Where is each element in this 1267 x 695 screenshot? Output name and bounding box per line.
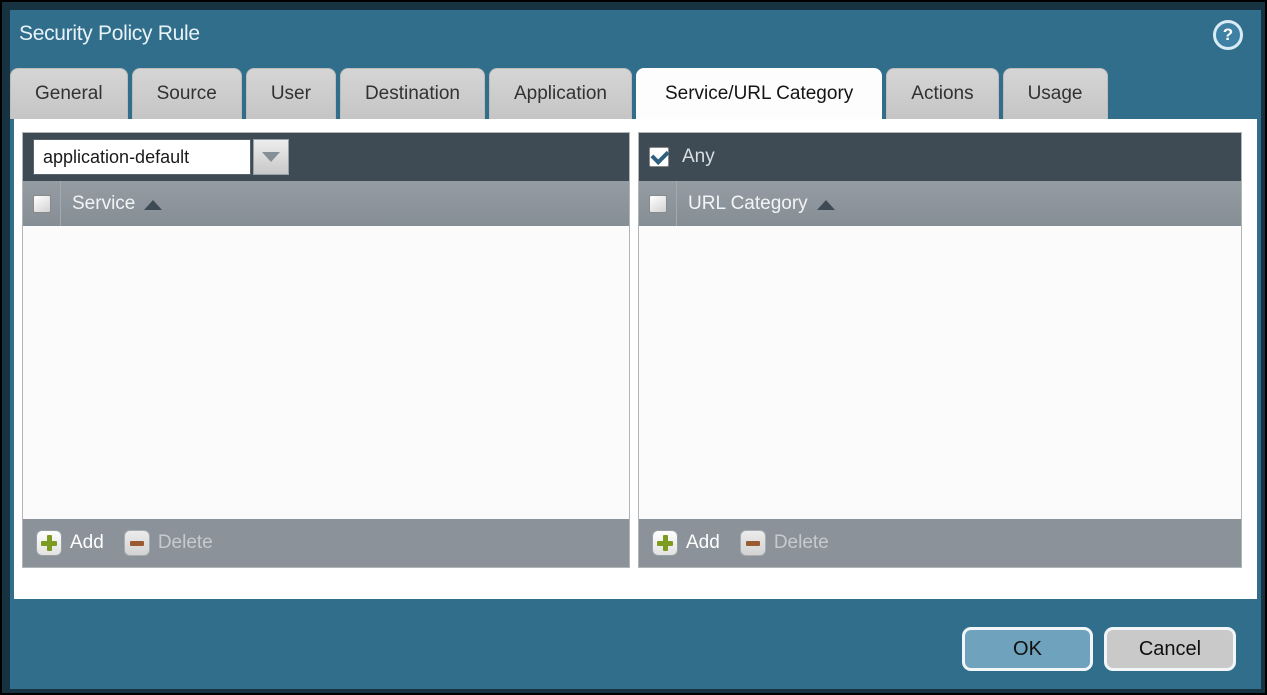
service-add-button[interactable]: Add [36, 530, 104, 556]
tab-destination[interactable]: Destination [340, 68, 485, 119]
service-select-all-cell [23, 181, 61, 226]
plus-icon [652, 530, 678, 556]
url-category-add-label: Add [686, 532, 720, 554]
any-label: Any [682, 146, 715, 168]
tab-service-url-category[interactable]: Service/URL Category [636, 68, 882, 119]
url-category-column-header-row: URL Category [639, 181, 1241, 226]
cancel-button[interactable]: Cancel [1104, 627, 1236, 671]
help-icon[interactable]: ? [1213, 20, 1243, 50]
url-category-select-all-cell [639, 181, 677, 226]
dialog-title: Security Policy Rule [19, 22, 200, 46]
ok-button[interactable]: OK [962, 627, 1093, 671]
sort-ascending-icon[interactable] [144, 200, 162, 210]
service-add-label: Add [70, 532, 104, 554]
service-column-header-row: Service [23, 181, 629, 226]
url-category-add-button[interactable]: Add [652, 530, 720, 556]
url-category-panel-header-bar: Any [639, 133, 1241, 181]
url-category-list-body[interactable] [639, 226, 1241, 519]
url-category-panel-footer: Add Delete [639, 519, 1241, 567]
url-category-select-all-checkbox[interactable] [649, 195, 667, 213]
service-type-dropdown[interactable]: application-default [33, 139, 289, 175]
service-type-dropdown-button[interactable] [253, 139, 289, 175]
plus-icon [36, 530, 62, 556]
tab-general[interactable]: General [10, 68, 128, 119]
service-list-body[interactable] [23, 226, 629, 519]
url-category-panel: Any URL Category Add [638, 132, 1242, 568]
service-panel: application-default Service [22, 132, 630, 568]
security-policy-rule-dialog: Security Policy Rule ? General Source Us… [10, 10, 1261, 689]
chevron-down-icon [262, 152, 280, 162]
service-type-dropdown-value[interactable]: application-default [33, 139, 251, 175]
tab-user[interactable]: User [246, 68, 336, 119]
service-delete-label: Delete [158, 532, 213, 554]
tab-usage[interactable]: Usage [1003, 68, 1108, 119]
any-checkbox[interactable] [649, 147, 669, 167]
tab-actions[interactable]: Actions [886, 68, 998, 119]
service-panel-footer: Add Delete [23, 519, 629, 567]
service-panel-header-bar: application-default [23, 133, 629, 181]
service-delete-button[interactable]: Delete [124, 530, 213, 556]
service-select-all-checkbox[interactable] [33, 195, 51, 213]
minus-icon [124, 530, 150, 556]
sort-ascending-icon[interactable] [817, 200, 835, 210]
tab-source[interactable]: Source [132, 68, 242, 119]
url-category-delete-button[interactable]: Delete [740, 530, 829, 556]
url-category-column-header[interactable]: URL Category [688, 193, 808, 215]
tab-content-area: application-default Service [14, 119, 1257, 599]
window-frame: Security Policy Rule ? General Source Us… [2, 2, 1265, 693]
tab-bar: General Source User Destination Applicat… [10, 68, 1108, 119]
url-category-delete-label: Delete [774, 532, 829, 554]
minus-icon [740, 530, 766, 556]
tab-application[interactable]: Application [489, 68, 632, 119]
service-column-header[interactable]: Service [72, 193, 135, 215]
